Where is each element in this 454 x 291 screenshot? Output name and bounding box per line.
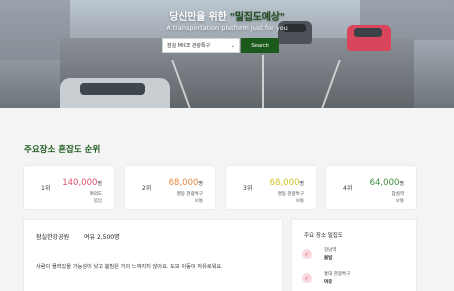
rank-count-unit: 명 <box>97 181 102 187</box>
rank-place: 여의도 <box>89 192 102 197</box>
rank-count: 64,000명 <box>370 178 404 188</box>
side-list-item[interactable]: ✓ 홍대 관광특구 여유 <box>302 270 412 288</box>
rank-card[interactable]: 1위 140,000명 여의도 붐빔 <box>24 166 114 209</box>
section-title: 주요장소 혼잡도 순위 <box>24 145 101 155</box>
side-panel: 주요 장소 밀집도 ✓ 강남역 붐빔 ✓ 홍대 관광특구 여유 <box>292 220 416 291</box>
hero-title-prefix: 당신만을 위한 <box>169 12 230 23</box>
search-button[interactable]: Search <box>241 38 279 53</box>
side-item-name: 홍대 관광특구 <box>324 272 351 277</box>
rank-number: 3위 <box>243 185 253 192</box>
side-item-status: 여유 <box>324 280 333 285</box>
rank-count-value: 140,000 <box>62 178 98 188</box>
rank-count-unit: 명 <box>399 181 404 187</box>
rank-count-value: 68,000 <box>269 178 300 188</box>
rank-count: 68,000명 <box>169 178 203 188</box>
rank-place: 잠실역 <box>391 192 404 197</box>
rank-card[interactable]: 4위 64,000명 잠실역 보통 <box>326 166 416 209</box>
detail-population: 여유 2,500명 <box>84 234 120 241</box>
rank-number: 2위 <box>142 185 152 192</box>
rank-count-unit: 명 <box>299 181 304 187</box>
rank-count: 140,000명 <box>62 178 102 188</box>
chevron-down-icon: ⌄ <box>230 42 235 49</box>
side-list-item[interactable]: ✓ 강남역 붐빔 <box>302 246 412 264</box>
lane-marking <box>262 55 264 108</box>
rank-count-value: 64,000 <box>369 178 400 188</box>
side-item-status: 붐빔 <box>324 256 333 261</box>
rank-card[interactable]: 2위 68,000명 명동 관광특구 보통 <box>125 166 215 209</box>
location-select-value: 잠실 MICE 관광특구 <box>167 43 211 49</box>
rank-status: 보통 <box>194 199 203 204</box>
rank-count-unit: 명 <box>198 181 203 187</box>
rank-number: 1위 <box>41 185 51 192</box>
rank-number: 4위 <box>343 185 353 192</box>
hero-subtitle: A transportation platform just for you <box>166 24 288 32</box>
detail-description: 사람이 몰려있을 가능성이 낮고 붐빔은 거의 느껴지지 않아요. 도보 이동이… <box>36 264 223 270</box>
hero-banner: 당신만을 위한 "밀집도예상" A transportation platfor… <box>0 0 454 108</box>
detail-panel: 잠실한강공원 여유 2,500명 사람이 몰려있을 가능성이 낮고 붐빔은 거의… <box>24 220 282 291</box>
location-select[interactable]: 잠실 MICE 관광특구 ⌄ <box>162 38 240 53</box>
car-white <box>60 78 170 108</box>
hero-title: 당신만을 위한 "밀집도예상" <box>0 8 454 23</box>
rank-status: 보통 <box>295 199 304 204</box>
rank-card[interactable]: 3위 68,000명 명동 관광특구 보통 <box>226 166 316 209</box>
rank-status: 보통 <box>395 199 404 204</box>
rank-place: 명동 관광특구 <box>176 192 203 197</box>
rank-count-value: 68,000 <box>168 178 199 188</box>
check-icon: ✓ <box>302 249 312 259</box>
detail-place-name: 잠실한강공원 <box>36 234 70 241</box>
rank-status: 붐빔 <box>93 199 102 204</box>
check-icon: ✓ <box>302 273 312 283</box>
rank-place: 명동 관광특구 <box>277 192 304 197</box>
rank-count: 68,000명 <box>270 178 304 188</box>
side-item-name: 강남역 <box>324 248 337 253</box>
hero-title-accent: "밀집도예상" <box>229 12 285 23</box>
side-panel-title: 주요 장소 밀집도 <box>304 233 343 239</box>
